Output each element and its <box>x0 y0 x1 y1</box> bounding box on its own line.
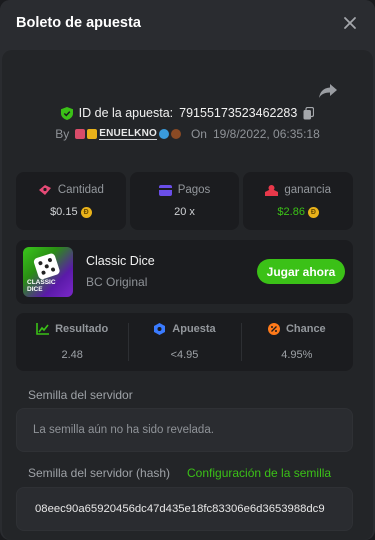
username: ENUELKNO <box>99 128 157 140</box>
game-provider: BC Original <box>86 275 148 289</box>
bet-id-label: ID de la apuesta: <box>78 106 174 120</box>
flag-icon <box>87 129 98 139</box>
game-thumbnail-text: CLASSIC DICE <box>27 279 56 293</box>
stat-payout-value: 20 x <box>174 206 195 218</box>
stat-amount-value: $0.15 <box>50 206 78 218</box>
result-roll: Resultado 2.48 <box>16 313 128 371</box>
stat-amount: Cantidad $0.15 Ð <box>16 172 126 230</box>
result-target-value: <4.95 <box>170 349 199 361</box>
by-label: By <box>55 127 70 141</box>
stat-profit-label: ganancia <box>284 184 332 196</box>
result-target-label: Apuesta <box>172 323 216 335</box>
result-chance: Chance 4.95% <box>240 313 353 371</box>
result-roll-value: 2.48 <box>61 349 83 361</box>
stat-profit-value: $2.86 <box>277 206 305 218</box>
bet-author-row: By ENUELKNO On 19/8/2022, 06:35:18 <box>2 127 373 141</box>
bet-results: Resultado 2.48 Apuesta <4.95 Chance 4.95… <box>16 313 353 371</box>
bet-id-row: ID de la apuesta: 79155173523462283 <box>2 106 373 120</box>
stat-payout: Pagos 20 x <box>129 172 240 230</box>
server-seed-label: Semilla del servidor <box>28 388 133 402</box>
server-seed-value: La semilla aún no ha sido revelada. <box>33 424 214 436</box>
game-card[interactable]: CLASSIC DICE Classic Dice BC Original Ju… <box>16 240 353 304</box>
profit-icon <box>265 184 279 196</box>
server-seed-hash-label: Semilla del servidor (hash) <box>28 466 171 480</box>
bet-datetime: 19/8/2022, 06:35:18 <box>212 127 320 141</box>
money-icon <box>38 184 52 196</box>
modal-header: Boleto de apuesta <box>0 0 375 48</box>
play-now-button[interactable]: Jugar ahora <box>257 259 345 284</box>
badge-icon <box>158 129 169 139</box>
share-icon[interactable] <box>318 82 338 100</box>
copy-icon[interactable] <box>303 106 315 120</box>
shield-icon <box>60 106 73 120</box>
stat-amount-label: Cantidad <box>57 184 104 196</box>
close-icon[interactable] <box>341 14 359 32</box>
bet-slip-modal: Boleto de apuesta ID de la apuesta: 7915… <box>0 0 375 540</box>
payout-icon <box>158 184 172 196</box>
server-seed-hash-value: 08eec90a65920456dc47d435e18fc83306e6d365… <box>35 503 325 515</box>
result-chance-label: Chance <box>285 323 326 335</box>
chart-icon <box>36 323 50 335</box>
coin-icon: Ð <box>80 206 92 218</box>
result-chance-value: 4.95% <box>281 349 313 361</box>
coin-icon: Ð <box>307 206 319 218</box>
server-seed-hash-field[interactable]: 08eec90a65920456dc47d435e18fc83306e6d365… <box>16 487 353 531</box>
stat-profit: ganancia $2.86 Ð <box>243 172 354 230</box>
seed-settings-link[interactable]: Configuración de la semilla <box>187 466 331 480</box>
on-label: On <box>190 127 207 141</box>
server-seed-field[interactable]: La semilla aún no ha sido revelada. <box>16 408 353 452</box>
stat-payout-label: Pagos <box>177 184 211 196</box>
modal-title: Boleto de apuesta <box>16 15 141 31</box>
avatar-icon <box>75 129 86 139</box>
result-roll-label: Resultado <box>55 323 109 335</box>
game-thumbnail[interactable]: CLASSIC DICE <box>23 247 73 297</box>
game-name[interactable]: Classic Dice <box>86 254 155 268</box>
username-link[interactable]: ENUELKNO <box>75 128 181 140</box>
percent-icon <box>267 323 280 335</box>
result-target: Apuesta <4.95 <box>128 313 240 371</box>
modal-body: ID de la apuesta: 79155173523462283 By E… <box>2 50 373 540</box>
football-icon <box>170 129 181 139</box>
target-icon <box>153 323 166 335</box>
bet-stats: Cantidad $0.15 Ð Pagos 20 x ganancia $2.… <box>16 172 354 230</box>
bet-id-value: 79155173523462283 <box>179 106 298 120</box>
